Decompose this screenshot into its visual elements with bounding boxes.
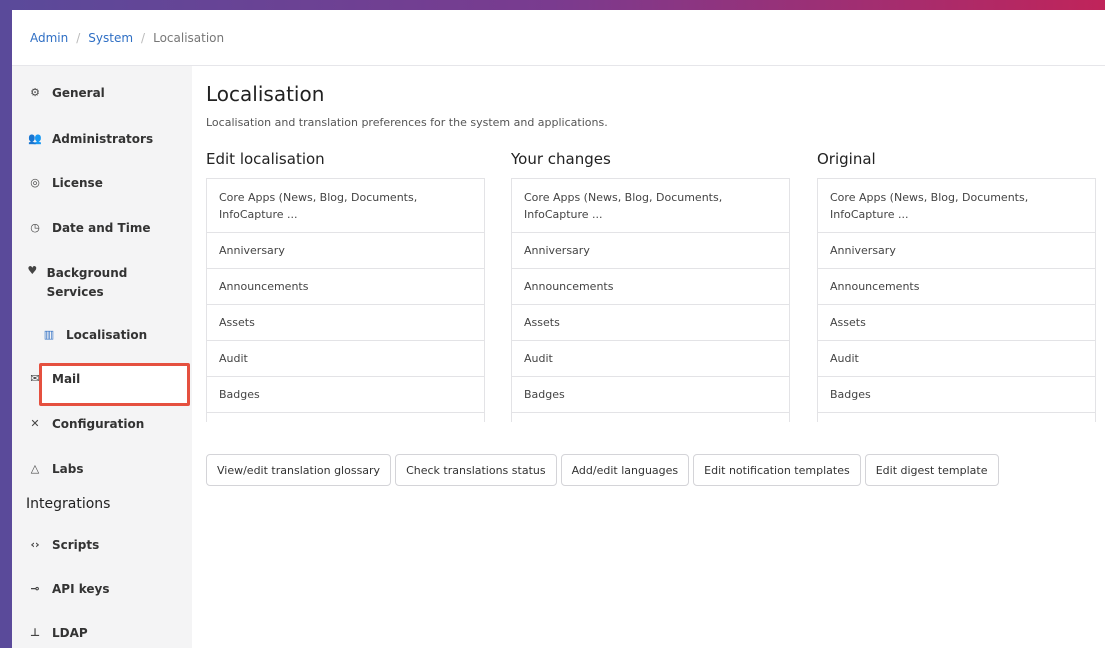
list-item[interactable]: Announcements <box>512 269 789 305</box>
breadcrumb-current: Localisation <box>153 30 225 45</box>
list-item[interactable]: Assets <box>512 305 789 341</box>
your-changes-list: Core Apps (News, Blog, Documents, InfoCa… <box>511 178 790 422</box>
list-item[interactable]: Assets <box>207 305 484 341</box>
sidebar-item-localisation[interactable]: ▥ Localisation <box>40 328 190 342</box>
action-buttons: View/edit translation glossary Check tra… <box>206 454 999 486</box>
sidebar-item-label: General <box>52 86 105 100</box>
heart-pulse-icon: ♥ <box>27 264 38 277</box>
sidebar-item-mail[interactable]: ✉ Mail <box>26 372 176 386</box>
map-icon: ▥ <box>43 328 55 341</box>
check-translations-status-button[interactable]: Check translations status <box>395 454 557 486</box>
list-item[interactable]: Badges <box>512 377 789 413</box>
tools-icon: ✕ <box>30 417 40 430</box>
breadcrumb-separator: / <box>141 30 146 45</box>
breadcrumb-system-link[interactable]: System <box>88 31 133 45</box>
sidebar-item-general[interactable]: ⚙ General <box>26 86 176 100</box>
clock-icon: ◷ <box>30 221 40 234</box>
sidebar-item-label: API keys <box>52 582 110 596</box>
users-icon: 👥 <box>28 132 42 145</box>
list-item[interactable]: Badges <box>818 377 1095 413</box>
list-item[interactable]: Core Apps (News, Blog, Documents, InfoCa… <box>207 179 484 233</box>
list-item[interactable]: Anniversary <box>818 233 1095 269</box>
sidebar-item-label: Date and Time <box>52 221 151 235</box>
sidebar-section-heading: Integrations <box>26 496 111 512</box>
flask-icon: △ <box>30 462 40 475</box>
sidebar-item-label: Scripts <box>52 538 100 552</box>
list-item[interactable]: Announcements <box>207 269 484 305</box>
list-item[interactable]: Badges <box>207 377 484 413</box>
list-item[interactable]: Audit <box>818 341 1095 377</box>
original-list: Core Apps (News, Blog, Documents, InfoCa… <box>817 178 1096 422</box>
column-title-edit-localisation: Edit localisation <box>206 150 325 168</box>
sidebar-item-label: Administrators <box>52 132 154 146</box>
sidebar-item-administrators[interactable]: 👥 Administrators <box>26 132 176 146</box>
column-title-your-changes: Your changes <box>511 150 611 168</box>
list-item[interactable]: Core Apps (News, Blog, Documents, InfoCa… <box>512 179 789 233</box>
sidebar-item-label: Background Services <box>46 266 128 299</box>
sidebar-item-ldap[interactable]: ⊥ LDAP <box>26 626 176 640</box>
sidebar-item-labs[interactable]: △ Labs <box>26 462 176 476</box>
sidebar-item-label: License <box>52 176 103 190</box>
sidebar-item-scripts[interactable]: ‹› Scripts <box>26 538 176 552</box>
view-edit-glossary-button[interactable]: View/edit translation glossary <box>206 454 392 486</box>
edit-digest-template-button[interactable]: Edit digest template <box>864 454 999 486</box>
column-title-original: Original <box>817 150 876 168</box>
add-edit-languages-button[interactable]: Add/edit languages <box>560 454 690 486</box>
sidebar: ⚙ General 👥 Administrators ◎ License ◷ D… <box>12 66 192 648</box>
sidebar-item-label: Mail <box>52 372 81 386</box>
sidebar-item-api-keys[interactable]: ⊸ API keys <box>26 582 176 596</box>
list-item[interactable]: Anniversary <box>207 233 484 269</box>
badge-icon: ◎ <box>30 176 40 189</box>
mail-icon: ✉ <box>30 372 40 385</box>
sidebar-item-label: LDAP <box>52 626 88 640</box>
list-item[interactable]: Assets <box>818 305 1095 341</box>
breadcrumb-admin-link[interactable]: Admin <box>30 31 68 45</box>
edit-localisation-list: Core Apps (News, Blog, Documents, InfoCa… <box>206 178 485 422</box>
edit-notification-templates-button[interactable]: Edit notification templates <box>693 454 861 486</box>
list-item[interactable]: Audit <box>207 341 484 377</box>
sidebar-item-license[interactable]: ◎ License <box>26 176 176 190</box>
gears-icon: ⚙ <box>30 86 40 99</box>
breadcrumb: Admin / System / Localisation <box>12 10 1105 66</box>
list-item[interactable]: Audit <box>512 341 789 377</box>
list-item[interactable]: Anniversary <box>512 233 789 269</box>
sitemap-icon: ⊥ <box>29 626 41 639</box>
page-description: Localisation and translation preferences… <box>206 116 608 129</box>
sidebar-item-label: Labs <box>52 462 84 476</box>
code-icon: ‹› <box>30 538 40 551</box>
sidebar-item-background-services[interactable]: ♥ Background Services <box>26 264 146 302</box>
main-content: Localisation Localisation and translatio… <box>192 66 1105 648</box>
app-frame: Admin / System / Localisation ⚙ General … <box>12 10 1105 648</box>
key-icon: ⊸ <box>30 582 40 595</box>
breadcrumb-separator: / <box>76 30 81 45</box>
sidebar-item-label: Configuration <box>52 417 145 431</box>
list-item[interactable]: Core Apps (News, Blog, Documents, InfoCa… <box>818 179 1095 233</box>
page-title: Localisation <box>206 82 325 106</box>
sidebar-item-date-and-time[interactable]: ◷ Date and Time <box>26 221 176 235</box>
sidebar-item-configuration[interactable]: ✕ Configuration <box>26 417 176 431</box>
list-item[interactable]: Announcements <box>818 269 1095 305</box>
sidebar-item-label: Localisation <box>66 328 148 342</box>
